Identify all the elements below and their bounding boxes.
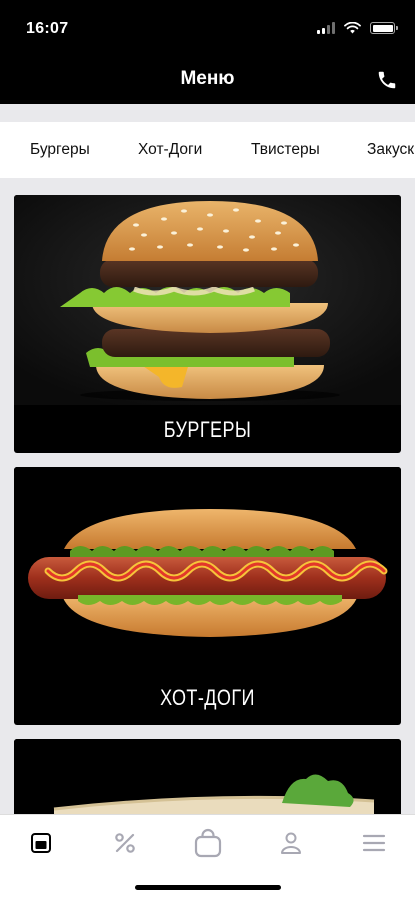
tab-hotdogs[interactable]: Хот-Доги	[138, 141, 202, 159]
card-title: БУРГЕРЫ	[163, 417, 252, 442]
status-bar: 16:07	[0, 0, 415, 56]
bag-icon	[194, 828, 222, 858]
category-card-twisters[interactable]	[14, 739, 401, 814]
cellular-signal-icon	[317, 22, 335, 34]
hotdog-photo	[14, 467, 401, 667]
tab-burgers[interactable]: Бургеры	[30, 141, 90, 159]
twister-photo	[14, 739, 401, 814]
category-card-hotdogs[interactable]: ХОТ-ДОГИ	[14, 467, 401, 725]
bottom-tab-bar	[0, 814, 415, 900]
home-indicator	[135, 885, 281, 890]
nav-more[interactable]	[352, 827, 396, 859]
page-title: Меню	[180, 68, 235, 89]
phone-call-button[interactable]	[373, 66, 401, 94]
nav-promotions[interactable]	[103, 827, 147, 859]
profile-icon	[281, 832, 301, 854]
hamburger-menu-icon	[362, 834, 386, 852]
card-title: ХОТ-ДОГИ	[160, 685, 255, 710]
category-card-burgers[interactable]: БУРГЕРЫ	[14, 195, 401, 453]
tab-twisters[interactable]: Твистеры	[251, 141, 320, 159]
category-list: БУРГЕРЫ ХОТ-ДОГИ	[0, 178, 415, 814]
header-separator	[0, 104, 415, 122]
burger-photo	[14, 195, 401, 405]
nav-cart[interactable]	[186, 827, 230, 859]
nav-menu[interactable]	[19, 827, 63, 859]
battery-icon	[370, 22, 398, 34]
status-icons	[317, 22, 398, 34]
percent-icon	[115, 833, 135, 853]
status-time: 16:07	[26, 20, 69, 37]
tab-snacks[interactable]: Закуски	[367, 141, 415, 159]
nav-bar: Меню	[0, 56, 415, 104]
phone-icon	[378, 71, 396, 89]
nav-profile[interactable]	[269, 827, 313, 859]
category-tabs: Бургеры Хот-Доги Твистеры Закуски	[0, 122, 415, 178]
menu-card-icon	[31, 833, 51, 853]
wifi-icon	[344, 22, 361, 34]
